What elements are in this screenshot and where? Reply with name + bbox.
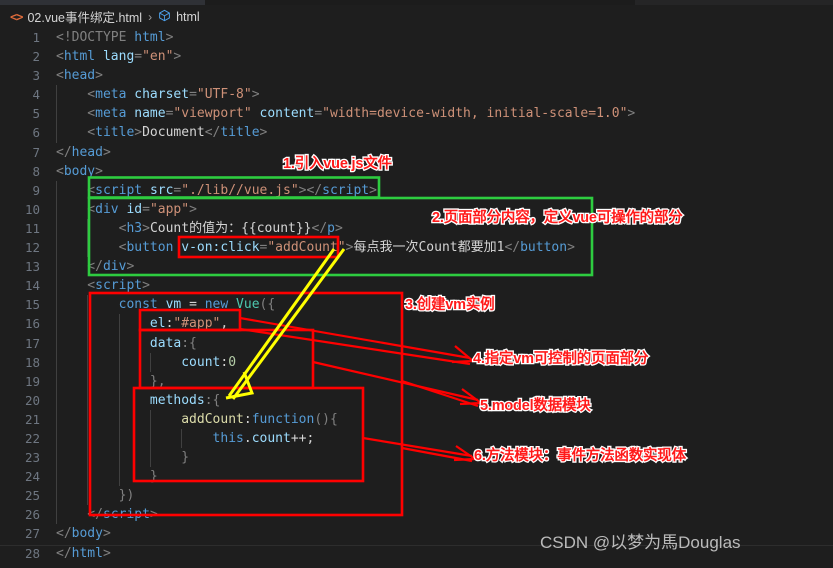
line-number: 22 — [24, 430, 40, 446]
code-text: <script> — [56, 278, 150, 294]
code-line[interactable]: 16 el:"#app", — [0, 314, 833, 334]
code-line[interactable]: 24 } — [0, 467, 833, 487]
code-text: } — [56, 469, 158, 485]
code-text: } — [56, 450, 190, 466]
line-number: 3 — [32, 68, 40, 84]
code-line[interactable]: 2 <html lang="en"> — [0, 47, 833, 66]
code-text: const vm = new Vue({ — [118, 297, 276, 313]
cube-symbol-icon — [158, 9, 171, 25]
line-number: 21 — [24, 411, 40, 427]
code-line[interactable]: 21 addCount:function(){ — [0, 409, 833, 429]
code-line[interactable]: 20 methods:{ — [0, 390, 833, 410]
code-line[interactable]: 9 <script src="./lib//vue.js"></script> — [0, 180, 833, 200]
line-number: 12 — [24, 240, 40, 256]
breadcrumb-separator: › — [148, 9, 153, 24]
code-line[interactable]: 4 <meta charset="UTF-8"> — [0, 85, 833, 105]
line-number: 10 — [24, 201, 40, 217]
code-text: <h3>Count的值为：{{count}}</p> — [56, 220, 343, 236]
code-line[interactable]: 8 <body> — [0, 162, 833, 181]
line-number: 20 — [24, 392, 40, 408]
line-number: 24 — [24, 469, 40, 485]
code-text: this.count++; — [212, 430, 315, 446]
code-line[interactable]: 25 }) — [0, 486, 833, 506]
line-number: 16 — [24, 316, 40, 332]
line-number: 26 — [24, 507, 40, 523]
code-text: <meta name="viewport" content="width=dev… — [56, 106, 636, 122]
breadcrumb[interactable]: <> 02.vue事件绑定.html › html — [0, 5, 833, 28]
code-text: <body> — [56, 163, 103, 179]
watermark: CSDN @以梦为馬Douglas — [540, 533, 741, 552]
code-text: methods:{ — [149, 392, 221, 408]
code-line[interactable]: 23 } — [0, 448, 833, 468]
line-number: 18 — [24, 354, 40, 370]
line-number: 13 — [24, 259, 40, 275]
line-number: 17 — [24, 335, 40, 351]
code-text: <meta charset="UTF-8"> — [56, 87, 260, 103]
code-text: data:{ — [149, 335, 197, 351]
code-text: <script src="./lib//vue.js"></script> — [56, 182, 377, 198]
code-text: <head> — [56, 68, 103, 84]
code-line[interactable]: 19 }, — [0, 371, 833, 391]
line-number: 14 — [24, 278, 40, 294]
code-text: count:0 — [181, 354, 237, 370]
code-line[interactable]: 12 <button v-on:click="addCount">每点我一次Co… — [0, 238, 833, 258]
line-number: 23 — [24, 450, 40, 466]
line-number: 4 — [32, 87, 40, 103]
line-number: 27 — [24, 526, 40, 542]
code-text: <!DOCTYPE html> — [56, 30, 174, 45]
code-line[interactable]: 5 <meta name="viewport" content="width=d… — [0, 104, 833, 124]
code-line[interactable]: 14 <script> — [0, 276, 833, 296]
code-text: <div id="app"> — [56, 201, 197, 217]
code-text: </html> — [56, 545, 111, 561]
breadcrumb-symbol-name[interactable]: html — [176, 10, 200, 24]
code-text: }) — [56, 488, 135, 504]
code-line[interactable]: 1 <!DOCTYPE html> — [0, 28, 833, 47]
code-line[interactable]: 3 <head> — [0, 66, 833, 85]
code-text: <title>Document</title> — [56, 125, 268, 141]
line-number: 7 — [32, 144, 40, 160]
line-number: 9 — [32, 182, 40, 198]
line-number: 2 — [32, 49, 40, 65]
code-line[interactable]: 6 <title>Document</title> — [0, 123, 833, 143]
line-number: 15 — [24, 297, 40, 313]
code-text: </div> — [56, 259, 135, 275]
code-text: </script> — [56, 507, 158, 523]
code-line[interactable]: 26 </script> — [0, 505, 833, 525]
code-line[interactable]: 18 count:0 — [0, 352, 833, 372]
line-number: 5 — [32, 106, 40, 122]
code-editor[interactable]: 1 <!DOCTYPE html> 2 <html lang="en"> 3 <head>… — [0, 28, 833, 568]
line-number: 19 — [24, 373, 40, 389]
line-number: 11 — [24, 220, 40, 236]
code-line[interactable]: 11 <h3>Count的值为：{{count}}</p> — [0, 218, 833, 239]
code-text: addCount:function(){ — [181, 411, 338, 427]
code-text: }, — [56, 373, 166, 389]
line-number: 28 — [24, 545, 40, 561]
code-line[interactable]: 13 </div> — [0, 257, 833, 277]
code-line[interactable]: 15 const vm = new Vue({ — [0, 295, 833, 315]
breadcrumb-file-name[interactable]: 02.vue事件绑定.html — [27, 7, 142, 26]
code-line[interactable]: 22 this.count++; — [0, 428, 833, 449]
code-text: el:"#app", — [149, 316, 229, 332]
code-text: </head> — [56, 144, 111, 160]
code-text: <html lang="en"> — [56, 49, 182, 65]
code-text: </body> — [56, 526, 111, 542]
line-number: 8 — [32, 163, 40, 179]
line-number: 6 — [32, 125, 40, 141]
code-line[interactable]: 17 data:{ — [0, 333, 833, 353]
code-text: <button v-on:click="addCount">每点我一次Count… — [56, 240, 575, 256]
html-tag-icon: <> — [10, 9, 23, 24]
line-number: 25 — [24, 488, 40, 504]
code-line[interactable]: 10 <div id="app"> — [0, 199, 833, 219]
code-line[interactable]: 7 </head> — [0, 143, 833, 162]
line-number: 1 — [32, 30, 40, 45]
